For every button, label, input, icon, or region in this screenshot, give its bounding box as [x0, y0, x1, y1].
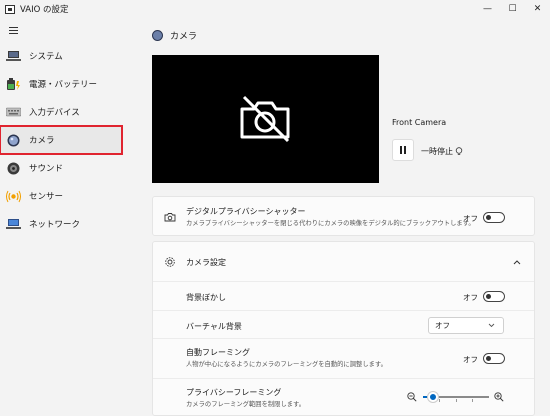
laptop-icon [6, 50, 21, 63]
pause-label-group: 一時停止 [421, 146, 463, 157]
keyboard-icon [6, 106, 21, 119]
background-blur-title: 背景ぼかし [186, 293, 226, 302]
privacy-shutter-toggle[interactable] [483, 212, 505, 223]
sensor-icon [6, 190, 21, 203]
sidebar-item-label: センサー [29, 192, 64, 202]
virtual-background-title: バーチャル背景 [186, 322, 242, 331]
privacy-framing-title: プライバシーフレーミング [186, 388, 282, 397]
privacy-shutter-state: オフ [463, 214, 478, 223]
camera-icon [6, 134, 21, 147]
camera-outline-icon [164, 213, 176, 222]
background-blur-toggle[interactable] [483, 291, 505, 302]
auto-framing-row: 自動フレーミング 人物が中心になるようにカメラのフレーミングを自動的に調整します… [153, 339, 534, 379]
privacy-shutter-card: デジタルプライバシーシャッター カメラプライバシーシャッターを閉じる代わりにカメ… [152, 196, 535, 236]
chevron-up-icon [513, 260, 521, 265]
sidebar-item-camera[interactable]: カメラ [0, 125, 123, 155]
camera-settings-card: カメラ設定 背景ぼかし オフ バーチャル背景 オフ 自動フレーミング 人物が中心… [152, 241, 535, 416]
sidebar-item-sensor[interactable]: センサー [0, 182, 122, 210]
window-title: VAIO の設定 [20, 5, 69, 15]
virtual-background-dropdown[interactable]: オフ [428, 317, 504, 334]
close-button[interactable]: ✕ [525, 0, 550, 18]
camera-name: Front Camera [392, 118, 447, 127]
sidebar-item-network[interactable]: ネットワーク [0, 210, 122, 238]
virtual-background-row: バーチャル背景 オフ [153, 311, 534, 339]
pause-button[interactable] [392, 139, 414, 161]
auto-framing-toggle[interactable] [483, 353, 505, 364]
page-header: カメラ [152, 29, 197, 42]
sidebar-item-input-devices[interactable]: 入力デバイス [0, 98, 122, 126]
sidebar-item-label: サウンド [29, 164, 64, 174]
camera-icon [152, 30, 163, 41]
camera-settings-title: カメラ設定 [186, 258, 226, 267]
window-controls: — ☐ ✕ [475, 0, 550, 18]
auto-framing-state: オフ [463, 355, 478, 364]
sidebar-item-power[interactable]: 電源・バッテリー [0, 70, 122, 98]
zoom-out-icon[interactable] [407, 392, 417, 402]
privacy-framing-slider[interactable] [423, 392, 489, 402]
sidebar-item-label: 電源・バッテリー [29, 80, 98, 90]
privacy-framing-description: カメラのフレーミング範囲を制限します。 [186, 401, 306, 408]
app-icon [5, 4, 15, 14]
background-blur-state: オフ [463, 293, 478, 302]
camera-off-icon [240, 95, 289, 143]
maximize-button[interactable]: ☐ [500, 0, 525, 18]
auto-framing-title: 自動フレーミング [186, 348, 250, 357]
virtual-background-value: オフ [435, 321, 450, 330]
network-icon [6, 218, 21, 231]
sidebar-item-sound[interactable]: サウンド [0, 154, 122, 182]
privacy-framing-row: プライバシーフレーミング カメラのフレーミング範囲を制限します。 [153, 379, 534, 416]
sidebar: システム 電源・バッテリー 入力デバイス カメラ サウンド センサー ネットワー… [0, 42, 123, 238]
chevron-down-icon [488, 323, 495, 328]
privacy-shutter-title: デジタルプライバシーシャッター [186, 207, 306, 216]
background-blur-row: 背景ぼかし オフ [153, 282, 534, 311]
menu-icon[interactable] [9, 27, 18, 34]
pause-label: 一時停止 [421, 147, 453, 156]
slider-thumb[interactable] [427, 392, 438, 402]
main-content: カメラ Front Camera 一時停止 デジタルプライバシーシャッター カメ… [138, 18, 538, 416]
sidebar-item-label: カメラ [29, 136, 55, 146]
speaker-icon [6, 162, 21, 175]
privacy-shutter-description: カメラプライバシーシャッターを閉じる代わりにカメラの映像をデジタル的にブラックア… [186, 220, 475, 227]
title-bar: VAIO の設定 — ☐ ✕ [0, 0, 550, 18]
sidebar-item-label: 入力デバイス [29, 108, 80, 118]
minimize-button[interactable]: — [475, 0, 500, 18]
sidebar-item-label: ネットワーク [29, 220, 81, 230]
zoom-in-icon[interactable] [494, 392, 504, 402]
sidebar-item-system[interactable]: システム [0, 42, 122, 70]
camera-preview [152, 55, 379, 183]
lightbulb-icon [455, 147, 463, 155]
pause-icon [400, 146, 402, 154]
battery-icon [6, 77, 21, 91]
auto-framing-description: 人物が中心になるようにカメラのフレーミングを自動的に調整します。 [186, 361, 387, 368]
gear-icon [165, 257, 175, 267]
page-title: カメラ [170, 32, 198, 42]
camera-settings-header[interactable]: カメラ設定 [153, 242, 534, 282]
sidebar-item-label: システム [29, 52, 63, 62]
